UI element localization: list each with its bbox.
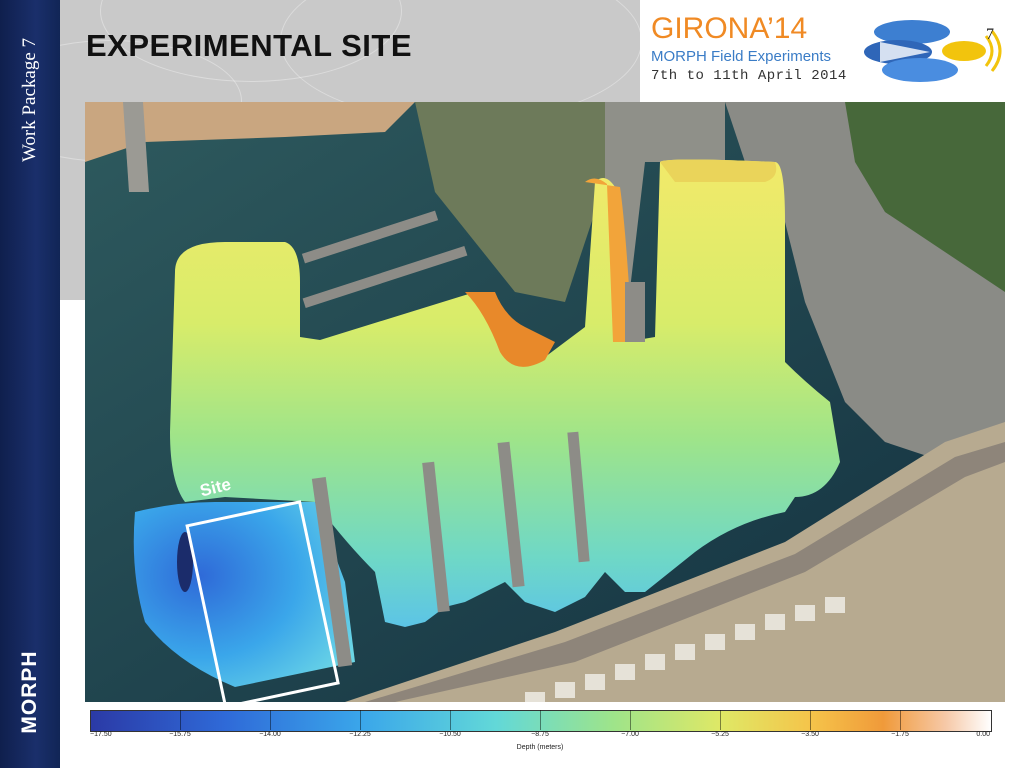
page-number: 7 bbox=[986, 26, 994, 43]
colorbar-tick-label: −8.75 bbox=[531, 731, 549, 738]
colorbar-label: Depth (meters) bbox=[516, 744, 564, 751]
colorbar-tick-label: −14.00 bbox=[259, 731, 281, 738]
colorbar-tick-label: −7.00 bbox=[621, 731, 639, 738]
colorbar-tick-label: −10.50 bbox=[439, 731, 461, 738]
colorbar-ticks: −17.50 −15.75 −14.00 −12.25 −10.50 −8.75 −7.00… bbox=[90, 731, 990, 743]
colorbar-tick-label: −17.50 bbox=[90, 731, 112, 738]
colorbar-tick-mark bbox=[270, 710, 271, 730]
colorbar-tick-label: 0.00 bbox=[976, 731, 990, 738]
colorbar-tick-mark bbox=[360, 710, 361, 730]
morph-brand: MORPH bbox=[18, 650, 41, 734]
conference-block: GIRONA’14 MORPH Field Experiments 7th to… bbox=[651, 12, 847, 85]
bathymetry-map bbox=[85, 102, 1005, 702]
colorbar-tick-mark bbox=[900, 710, 901, 730]
colorbar-tick-mark bbox=[540, 710, 541, 730]
morph-logo-icon bbox=[864, 20, 1002, 82]
conference-name: GIRONA’14 bbox=[651, 12, 808, 45]
colorbar-tick-label: −5.25 bbox=[711, 731, 729, 738]
work-package-label: Work Package 7 bbox=[19, 37, 40, 163]
depth-colorbar bbox=[90, 710, 992, 732]
slide-title: EXPERIMENTAL SITE bbox=[86, 28, 413, 63]
colorbar-tick-mark bbox=[630, 710, 631, 730]
colorbar-tick-mark bbox=[450, 710, 451, 730]
colorbar-tick-label: −3.50 bbox=[801, 731, 819, 738]
colorbar-tick-mark bbox=[720, 710, 721, 730]
colorbar-tick-label: −1.75 bbox=[891, 731, 909, 738]
colorbar-tick-label: −15.75 bbox=[169, 731, 191, 738]
sidebar-band: Work Package 7 MORPH bbox=[0, 0, 60, 768]
colorbar-tick-mark bbox=[810, 710, 811, 730]
conference-dates: 7th to 11th April 2014 bbox=[651, 68, 847, 84]
colorbar-tick-label: −12.25 bbox=[349, 731, 371, 738]
conference-subtitle: MORPH Field Experiments bbox=[651, 48, 832, 65]
colorbar-tick-mark bbox=[180, 710, 181, 730]
pier bbox=[625, 282, 645, 342]
